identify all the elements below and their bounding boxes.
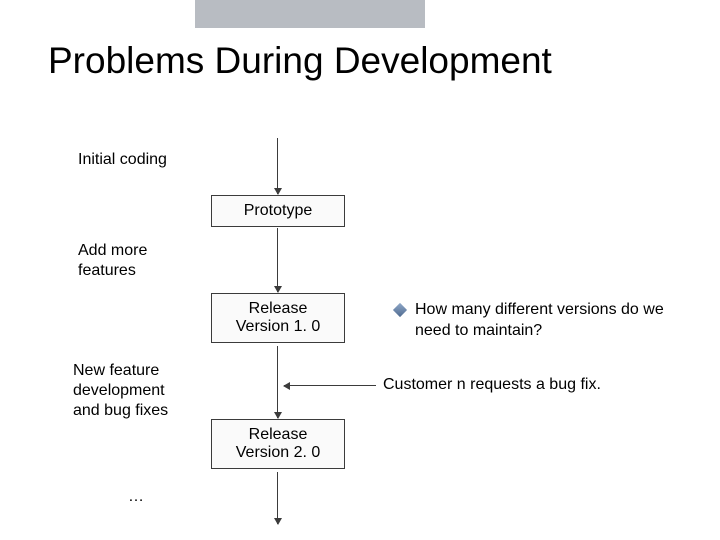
text-customer-request: Customer n requests a bug fix. xyxy=(383,376,601,394)
bullet-text: How many different versions do we need t… xyxy=(415,300,695,342)
arrow-to-next xyxy=(277,472,278,524)
arrow-to-release1 xyxy=(277,228,278,292)
label-new-feature: New feature development and bug fixes xyxy=(73,361,168,421)
arrow-to-release2 xyxy=(277,346,278,418)
arrow-bugfix-request xyxy=(284,385,376,386)
diamond-icon xyxy=(393,303,407,317)
slide-title: Problems During Development xyxy=(48,40,552,82)
arrow-to-prototype xyxy=(277,138,278,194)
box-prototype: Prototype xyxy=(211,195,345,227)
header-bar xyxy=(195,0,425,28)
bullet-versions: How many different versions do we need t… xyxy=(395,300,695,342)
label-initial-coding: Initial coding xyxy=(78,150,167,170)
box-release2: Release Version 2. 0 xyxy=(211,419,345,469)
box-release1: Release Version 1. 0 xyxy=(211,293,345,343)
label-add-more: Add more features xyxy=(78,241,147,281)
label-ellipsis: … xyxy=(128,487,144,507)
